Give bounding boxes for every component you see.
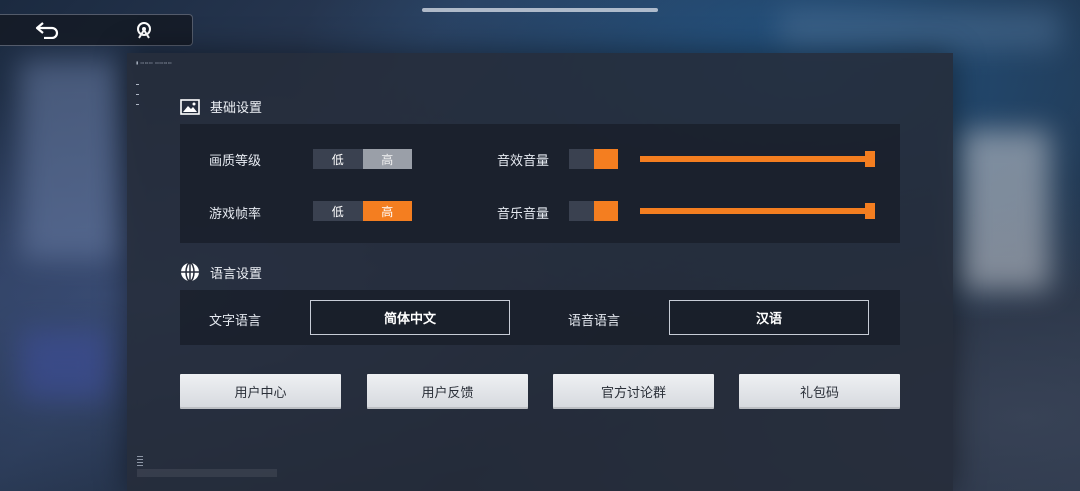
slider-handle[interactable] [865,203,875,219]
language-settings-header: 语言设置 [180,262,262,282]
warp-icon [137,22,151,39]
panel-tick [136,94,139,95]
user-feedback-button[interactable]: 用户反馈 [367,374,528,409]
back-arrow-icon [35,22,59,39]
graphics-quality-high[interactable]: 高 [362,149,412,169]
official-group-button[interactable]: 官方讨论群 [553,374,714,409]
basic-settings-title: 基础设置 [210,101,263,116]
background-blur [960,130,1050,290]
text-language-label: 文字语言 [209,314,262,329]
sfx-toggle-knob [594,149,618,169]
music-toggle-knob [594,201,618,221]
sfx-volume-label: 音效音量 [497,154,550,169]
warp-button[interactable] [96,15,192,45]
globe-icon [181,262,199,282]
user-center-button[interactable]: 用户中心 [180,374,341,409]
graphics-quality-toggle[interactable]: 低 高 [313,149,412,169]
settings-panel: ▮ ▭▭▭ ▭▭▭▭ 基础设置 画质等级 低 高 音效音量 游戏帧率 低 高 音… [127,53,953,491]
frame-rate-toggle[interactable]: 低 高 [313,201,412,221]
basic-settings-box: 画质等级 低 高 音效音量 游戏帧率 低 高 音乐音量 [180,124,900,243]
background-blur [20,330,110,400]
frame-rate-label: 游戏帧率 [209,207,262,222]
voice-language-select[interactable]: 汉语 [669,300,869,335]
background-blur [20,60,120,260]
language-settings-box: 文字语言 简体中文 语音语言 汉语 [180,290,900,345]
graphics-quality-label: 画质等级 [209,154,262,169]
text-language-select[interactable]: 简体中文 [310,300,510,335]
voice-language-label: 语音语言 [568,314,621,329]
panel-footer-mark [137,456,143,466]
frame-rate-high[interactable]: 高 [362,201,412,221]
back-button[interactable] [0,15,96,45]
slider-fill [640,208,871,214]
panel-tick [136,84,139,85]
top-toolbar [0,14,193,46]
slider-handle[interactable] [865,151,875,167]
music-volume-label: 音乐音量 [497,207,550,222]
graphics-quality-low[interactable]: 低 [313,149,363,169]
background-blur [780,10,1060,50]
sfx-toggle[interactable] [569,149,618,169]
panel-tick [136,104,139,105]
slider-fill [640,156,871,162]
basic-settings-header: 基础设置 [180,97,262,116]
language-settings-title: 语言设置 [210,266,263,282]
panel-footer-bar [137,469,277,477]
image-icon [180,98,200,115]
top-drag-handle[interactable] [422,8,658,12]
gift-code-button[interactable]: 礼包码 [739,374,900,409]
panel-corner-mark: ▮ ▭▭▭ ▭▭▭▭ [136,60,173,65]
frame-rate-low[interactable]: 低 [313,201,363,221]
sfx-volume-slider[interactable] [640,151,875,167]
music-volume-slider[interactable] [640,203,875,219]
music-toggle[interactable] [569,201,618,221]
